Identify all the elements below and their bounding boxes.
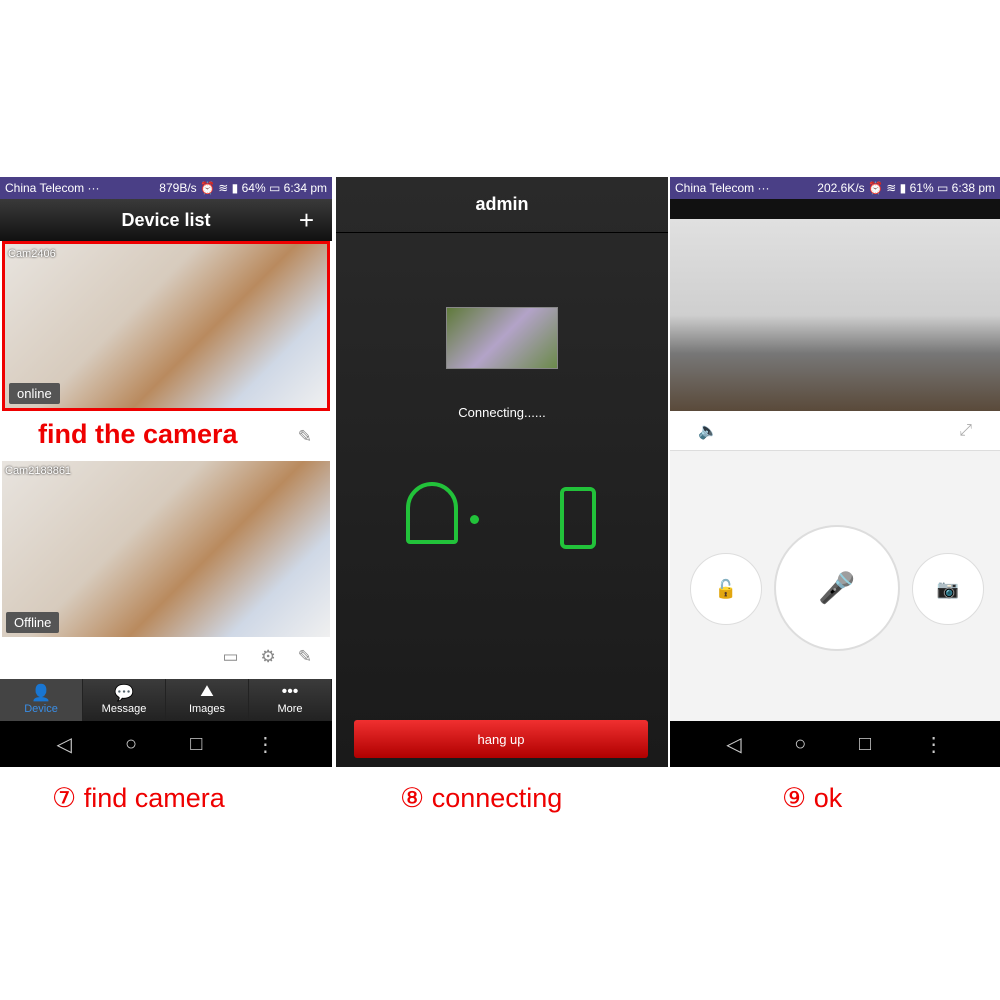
live-view-screen: China Telecom ··· 202.6K/s ⏰ ≋ ▮ 61% ▭ 6…	[670, 177, 1000, 767]
recents-icon[interactable]: □	[859, 733, 871, 756]
gear-icon[interactable]: ⚙	[261, 647, 276, 667]
tab-label: Message	[101, 703, 147, 715]
caption: ⑦ find camera	[52, 783, 225, 813]
header: Device list +	[0, 199, 332, 241]
add-device-button[interactable]: +	[299, 205, 314, 236]
status-bar: China Telecom ··· 202.6K/s ⏰ ≋ ▮ 61% ▭ 6…	[670, 177, 1000, 199]
image-icon: ⛰	[200, 683, 214, 700]
nav-bar: ◁ ○ □ ⋮	[0, 721, 332, 767]
net-speed: 879B/s	[159, 181, 197, 195]
chat-icon: 💬	[114, 685, 134, 702]
connection-dot	[470, 515, 479, 524]
camera-icon: 📷	[936, 578, 960, 599]
speaker-icon[interactable]: 🔈	[698, 421, 718, 441]
header	[670, 199, 1000, 219]
caption: ⑧ connecting	[400, 783, 563, 813]
menu-icon[interactable]: ⋮	[924, 732, 944, 757]
net-speed: 202.6K/s	[817, 181, 865, 195]
carrier: China Telecom ···	[5, 181, 100, 195]
video-icon[interactable]: ▭	[222, 647, 238, 667]
snapshot-button[interactable]: 📷	[912, 553, 984, 625]
annotation: find the camera	[38, 419, 238, 449]
tab-device[interactable]: 👤 Device	[0, 679, 83, 721]
device-card[interactable]: Cam2406 online	[2, 241, 330, 411]
battery: 61%	[909, 181, 934, 195]
edit-icon[interactable]: ✎	[298, 427, 312, 447]
back-icon[interactable]: ◁	[57, 732, 72, 757]
device-name: Cam2183861	[5, 465, 72, 477]
status-bar: China Telecom ··· 879B/s ⏰ ≋ ▮ 64% ▭ 6:3…	[0, 177, 332, 199]
unlock-icon: 🔓	[714, 578, 738, 599]
caption: ⑨ ok	[782, 783, 843, 813]
back-icon[interactable]: ◁	[726, 732, 741, 757]
carrier: China Telecom ···	[675, 181, 770, 195]
status-badge: online	[9, 383, 60, 404]
unlock-button[interactable]: 🔓	[690, 553, 762, 625]
live-video	[670, 219, 1000, 411]
clock: 6:34 pm	[283, 181, 327, 195]
camera-preview	[446, 307, 558, 369]
page-title: Device list	[121, 209, 211, 230]
tab-message[interactable]: 💬 Message	[83, 679, 166, 721]
talk-button[interactable]: 🎤	[774, 525, 900, 651]
page-title: admin	[336, 177, 668, 233]
camera-icon	[406, 482, 458, 544]
microphone-icon: 🎤	[818, 571, 856, 605]
battery: 64%	[241, 181, 266, 195]
phone-icon	[560, 487, 596, 549]
connecting-status: Connecting......	[458, 405, 546, 420]
edit-icon[interactable]: ✎	[298, 647, 312, 667]
connecting-screen: admin Connecting...... hang up	[336, 177, 668, 767]
home-icon[interactable]: ○	[125, 733, 137, 756]
recents-icon[interactable]: □	[190, 733, 202, 756]
clock: 6:38 pm	[951, 181, 995, 195]
hang-up-button[interactable]: hang up	[354, 720, 648, 758]
tab-label: Device	[24, 703, 58, 715]
nav-bar: ◁ ○ □ ⋮	[670, 721, 1000, 767]
more-icon: •••	[281, 683, 299, 700]
menu-icon[interactable]: ⋮	[255, 732, 275, 757]
device-list-screen: China Telecom ··· 879B/s ⏰ ≋ ▮ 64% ▭ 6:3…	[0, 177, 332, 767]
device-card[interactable]: Cam2183861 Offline	[2, 461, 330, 637]
person-icon: 👤	[31, 685, 51, 702]
tab-label: Images	[188, 703, 226, 715]
device-name: Cam2406	[8, 248, 56, 260]
tab-label: More	[277, 703, 303, 715]
tab-bar: 👤 Device 💬 Message ⛰ Images ••• More	[0, 679, 332, 721]
status-badge: Offline	[6, 612, 60, 633]
tab-images[interactable]: ⛰ Images	[166, 679, 249, 721]
fullscreen-icon[interactable]: ⤢	[959, 422, 972, 440]
home-icon[interactable]: ○	[794, 733, 806, 756]
tab-more[interactable]: ••• More	[249, 679, 332, 721]
